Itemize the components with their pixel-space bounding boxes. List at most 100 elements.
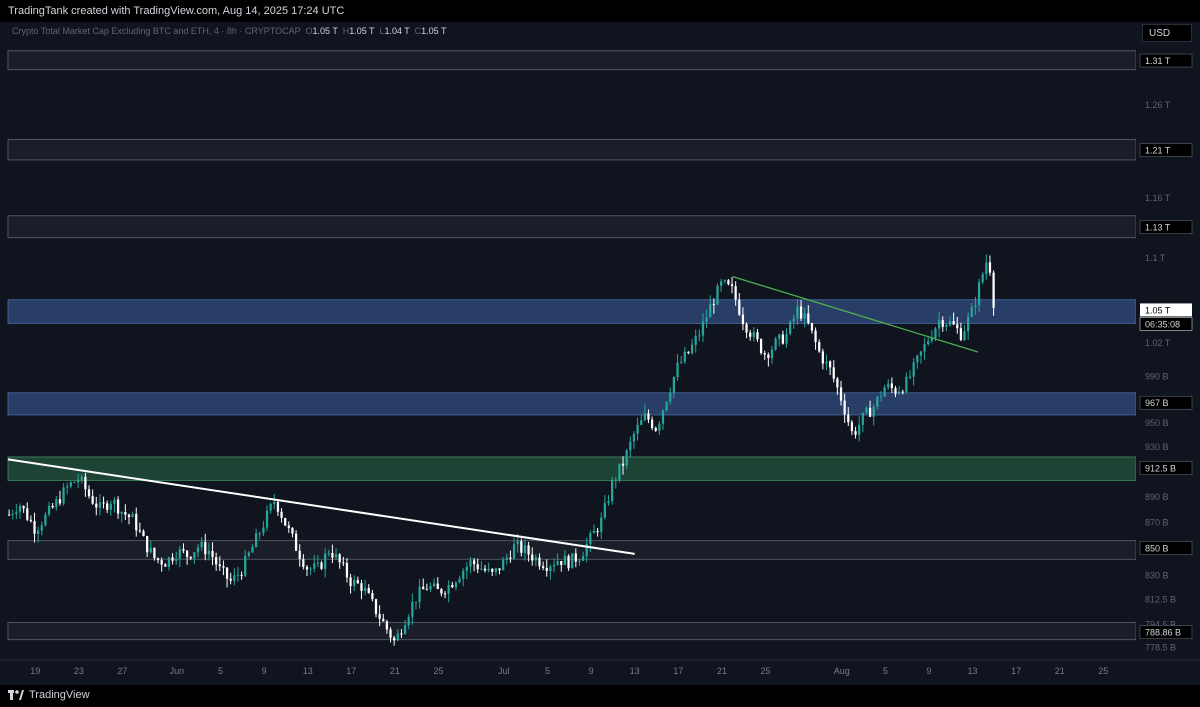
candle-body bbox=[207, 550, 211, 555]
candle-body bbox=[66, 486, 69, 488]
candle-body bbox=[629, 441, 632, 451]
candle-body bbox=[509, 557, 512, 559]
candle-body bbox=[901, 391, 904, 393]
series-title: Crypto Total Market Cap Excluding BTC an… bbox=[12, 26, 301, 36]
zone-grey-2[interactable] bbox=[7, 215, 1137, 239]
zone-green-5[interactable] bbox=[7, 456, 1137, 481]
candle-body bbox=[353, 580, 356, 587]
candle-body bbox=[738, 299, 741, 315]
tradingview-logo[interactable]: TradingView bbox=[8, 689, 90, 701]
x-tick-label: 21 bbox=[1055, 666, 1065, 676]
candle-body bbox=[247, 552, 250, 556]
candle-body bbox=[244, 555, 247, 576]
candle-body bbox=[371, 593, 374, 600]
candle-body bbox=[407, 616, 410, 626]
price-chart[interactable]: 1.31 T 1.26 T 1.21 T 1.16 T 1.13 T 1.1 T 1.05 … bbox=[0, 22, 1200, 685]
candle-body bbox=[109, 503, 112, 510]
currency-button[interactable]: USD bbox=[1142, 24, 1192, 42]
candle-body bbox=[778, 334, 781, 339]
zone-grey-0[interactable] bbox=[7, 50, 1137, 71]
candle-body bbox=[378, 614, 381, 619]
x-tick-label: Jun bbox=[170, 666, 185, 676]
candle-body bbox=[385, 621, 389, 630]
candle-body bbox=[462, 571, 465, 579]
candle-body bbox=[868, 407, 872, 417]
candle-body bbox=[970, 306, 973, 317]
y-tick-label: 990 B bbox=[1145, 372, 1169, 382]
candle-body bbox=[389, 629, 392, 638]
candle-body bbox=[334, 554, 338, 558]
candle-body bbox=[26, 508, 29, 520]
candle-body bbox=[374, 599, 378, 615]
candle-body bbox=[167, 557, 171, 567]
close-value: 1.05 T bbox=[421, 26, 447, 36]
candle-body bbox=[850, 422, 854, 432]
candle-body bbox=[276, 501, 280, 512]
zone-blue-3[interactable] bbox=[7, 299, 1137, 324]
x-tick-label: 13 bbox=[630, 666, 640, 676]
candle-body bbox=[338, 554, 341, 563]
candle-body bbox=[977, 282, 981, 306]
candle-body bbox=[799, 306, 803, 319]
candle-body bbox=[720, 281, 723, 286]
x-tick-label: 13 bbox=[303, 666, 313, 676]
candle-body bbox=[828, 361, 832, 368]
candle-body bbox=[316, 562, 320, 564]
candle-body bbox=[327, 552, 330, 554]
x-tick-label: 21 bbox=[717, 666, 727, 676]
candle-body bbox=[393, 637, 396, 641]
high-value: 1.05 T bbox=[349, 26, 375, 36]
candle-body bbox=[502, 559, 505, 571]
y-tick-label: 1.16 T bbox=[1145, 193, 1171, 203]
candle-body bbox=[552, 564, 556, 567]
candle-body bbox=[567, 555, 570, 569]
candle-body bbox=[156, 558, 160, 561]
candle-body bbox=[658, 423, 661, 431]
candle-body bbox=[403, 625, 407, 634]
candle-body bbox=[483, 568, 487, 571]
candle-body bbox=[730, 284, 734, 287]
candle-body bbox=[164, 564, 167, 567]
candle-body bbox=[894, 388, 897, 394]
candle-body bbox=[320, 562, 323, 569]
candle-body bbox=[992, 272, 995, 308]
candle-body bbox=[541, 566, 545, 569]
candle-body bbox=[153, 547, 156, 559]
attribution-text: TradingTank created with TradingView.com… bbox=[8, 5, 345, 17]
candle-body bbox=[76, 479, 80, 483]
candle-body bbox=[854, 431, 857, 435]
candle-body bbox=[640, 420, 643, 425]
candle-body bbox=[520, 541, 523, 553]
candle-body bbox=[581, 556, 585, 561]
candle-body bbox=[756, 332, 759, 340]
candle-body bbox=[690, 344, 694, 354]
candle-body bbox=[87, 489, 91, 497]
zone-grey-1[interactable] bbox=[7, 139, 1137, 161]
candle-body bbox=[411, 602, 414, 617]
x-tick-label: 9 bbox=[589, 666, 594, 676]
candle-body bbox=[898, 391, 901, 394]
x-tick-label: 27 bbox=[117, 666, 127, 676]
candle-body bbox=[487, 568, 490, 571]
candle-body bbox=[240, 574, 243, 576]
candle-body bbox=[643, 413, 646, 421]
candle-body bbox=[476, 564, 479, 570]
chart-area[interactable]: 1.31 T 1.26 T 1.21 T 1.16 T 1.13 T 1.1 T 1.05 … bbox=[0, 22, 1200, 685]
x-tick-label: 13 bbox=[968, 666, 978, 676]
candle-body bbox=[625, 450, 628, 466]
y-tick-label: 1.1 T bbox=[1145, 253, 1166, 263]
candle-body bbox=[505, 557, 508, 560]
candle-body bbox=[974, 305, 977, 307]
y-tick-label: 850 B bbox=[1145, 544, 1169, 554]
candle-body bbox=[836, 378, 839, 388]
candle-body bbox=[287, 525, 290, 528]
candle-body bbox=[422, 586, 425, 590]
zone-grey-7[interactable] bbox=[7, 622, 1137, 641]
candle-body bbox=[106, 503, 109, 510]
y-tick-label: 967 B bbox=[1145, 398, 1169, 408]
candle-body bbox=[345, 563, 349, 578]
candle-body bbox=[988, 262, 992, 273]
x-tick-label: Jul bbox=[498, 666, 510, 676]
y-tick-label: 1.05 T bbox=[1145, 305, 1171, 315]
zone-blue-4[interactable] bbox=[7, 392, 1137, 416]
